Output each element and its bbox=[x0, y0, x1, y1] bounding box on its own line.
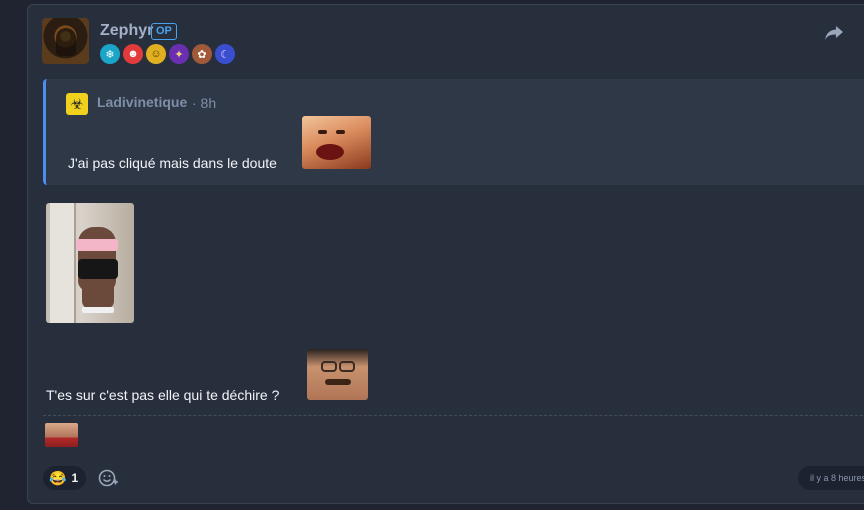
quote-time: · 8h bbox=[192, 95, 217, 111]
moon-badge-icon: ☾ bbox=[215, 44, 235, 64]
post-timestamp: il y a 8 heures bbox=[798, 466, 864, 490]
add-reaction-icon[interactable] bbox=[98, 468, 118, 488]
quote-text: J'ai pas cliqué mais dans le doute bbox=[68, 155, 277, 171]
quoted-message[interactable]: ☣ Ladivinetique · 8h J'ai pas cliqué mai… bbox=[43, 79, 864, 185]
laughing-face-sticker bbox=[302, 116, 371, 169]
shield-badge-icon: ❄ bbox=[100, 44, 120, 64]
clown-badge-icon: ☻ bbox=[123, 44, 143, 64]
signature-divider bbox=[43, 415, 864, 416]
wizard-badge-icon: ✦ bbox=[169, 44, 189, 64]
post-card: Zephyr OP ❄ ☻ ☺ ✦ ✿ ☾ ☣ Ladivinetique · … bbox=[27, 4, 864, 504]
smiley-badge-icon: ☺ bbox=[146, 44, 166, 64]
signature-image bbox=[45, 423, 78, 447]
laugh-reaction-icon: 😂 bbox=[49, 469, 67, 486]
share-icon[interactable] bbox=[824, 25, 844, 41]
reaction-pill[interactable]: 😂 1 bbox=[43, 466, 87, 490]
author-avatar[interactable] bbox=[42, 18, 89, 64]
user-badges: ❄ ☻ ☺ ✦ ✿ ☾ bbox=[100, 44, 235, 64]
dog-badge-icon: ✿ bbox=[192, 44, 212, 64]
post-text: T'es sur c'est pas elle qui te déchire ? bbox=[46, 387, 280, 403]
glasses-man-sticker bbox=[307, 349, 368, 400]
biohazard-icon[interactable]: ☣ bbox=[66, 93, 88, 115]
quote-author[interactable]: Ladivinetique bbox=[97, 94, 187, 110]
reaction-count: 1 bbox=[71, 471, 79, 485]
op-badge: OP bbox=[151, 23, 177, 40]
author-username[interactable]: Zephyr bbox=[100, 22, 153, 40]
posted-photo[interactable] bbox=[46, 203, 134, 323]
